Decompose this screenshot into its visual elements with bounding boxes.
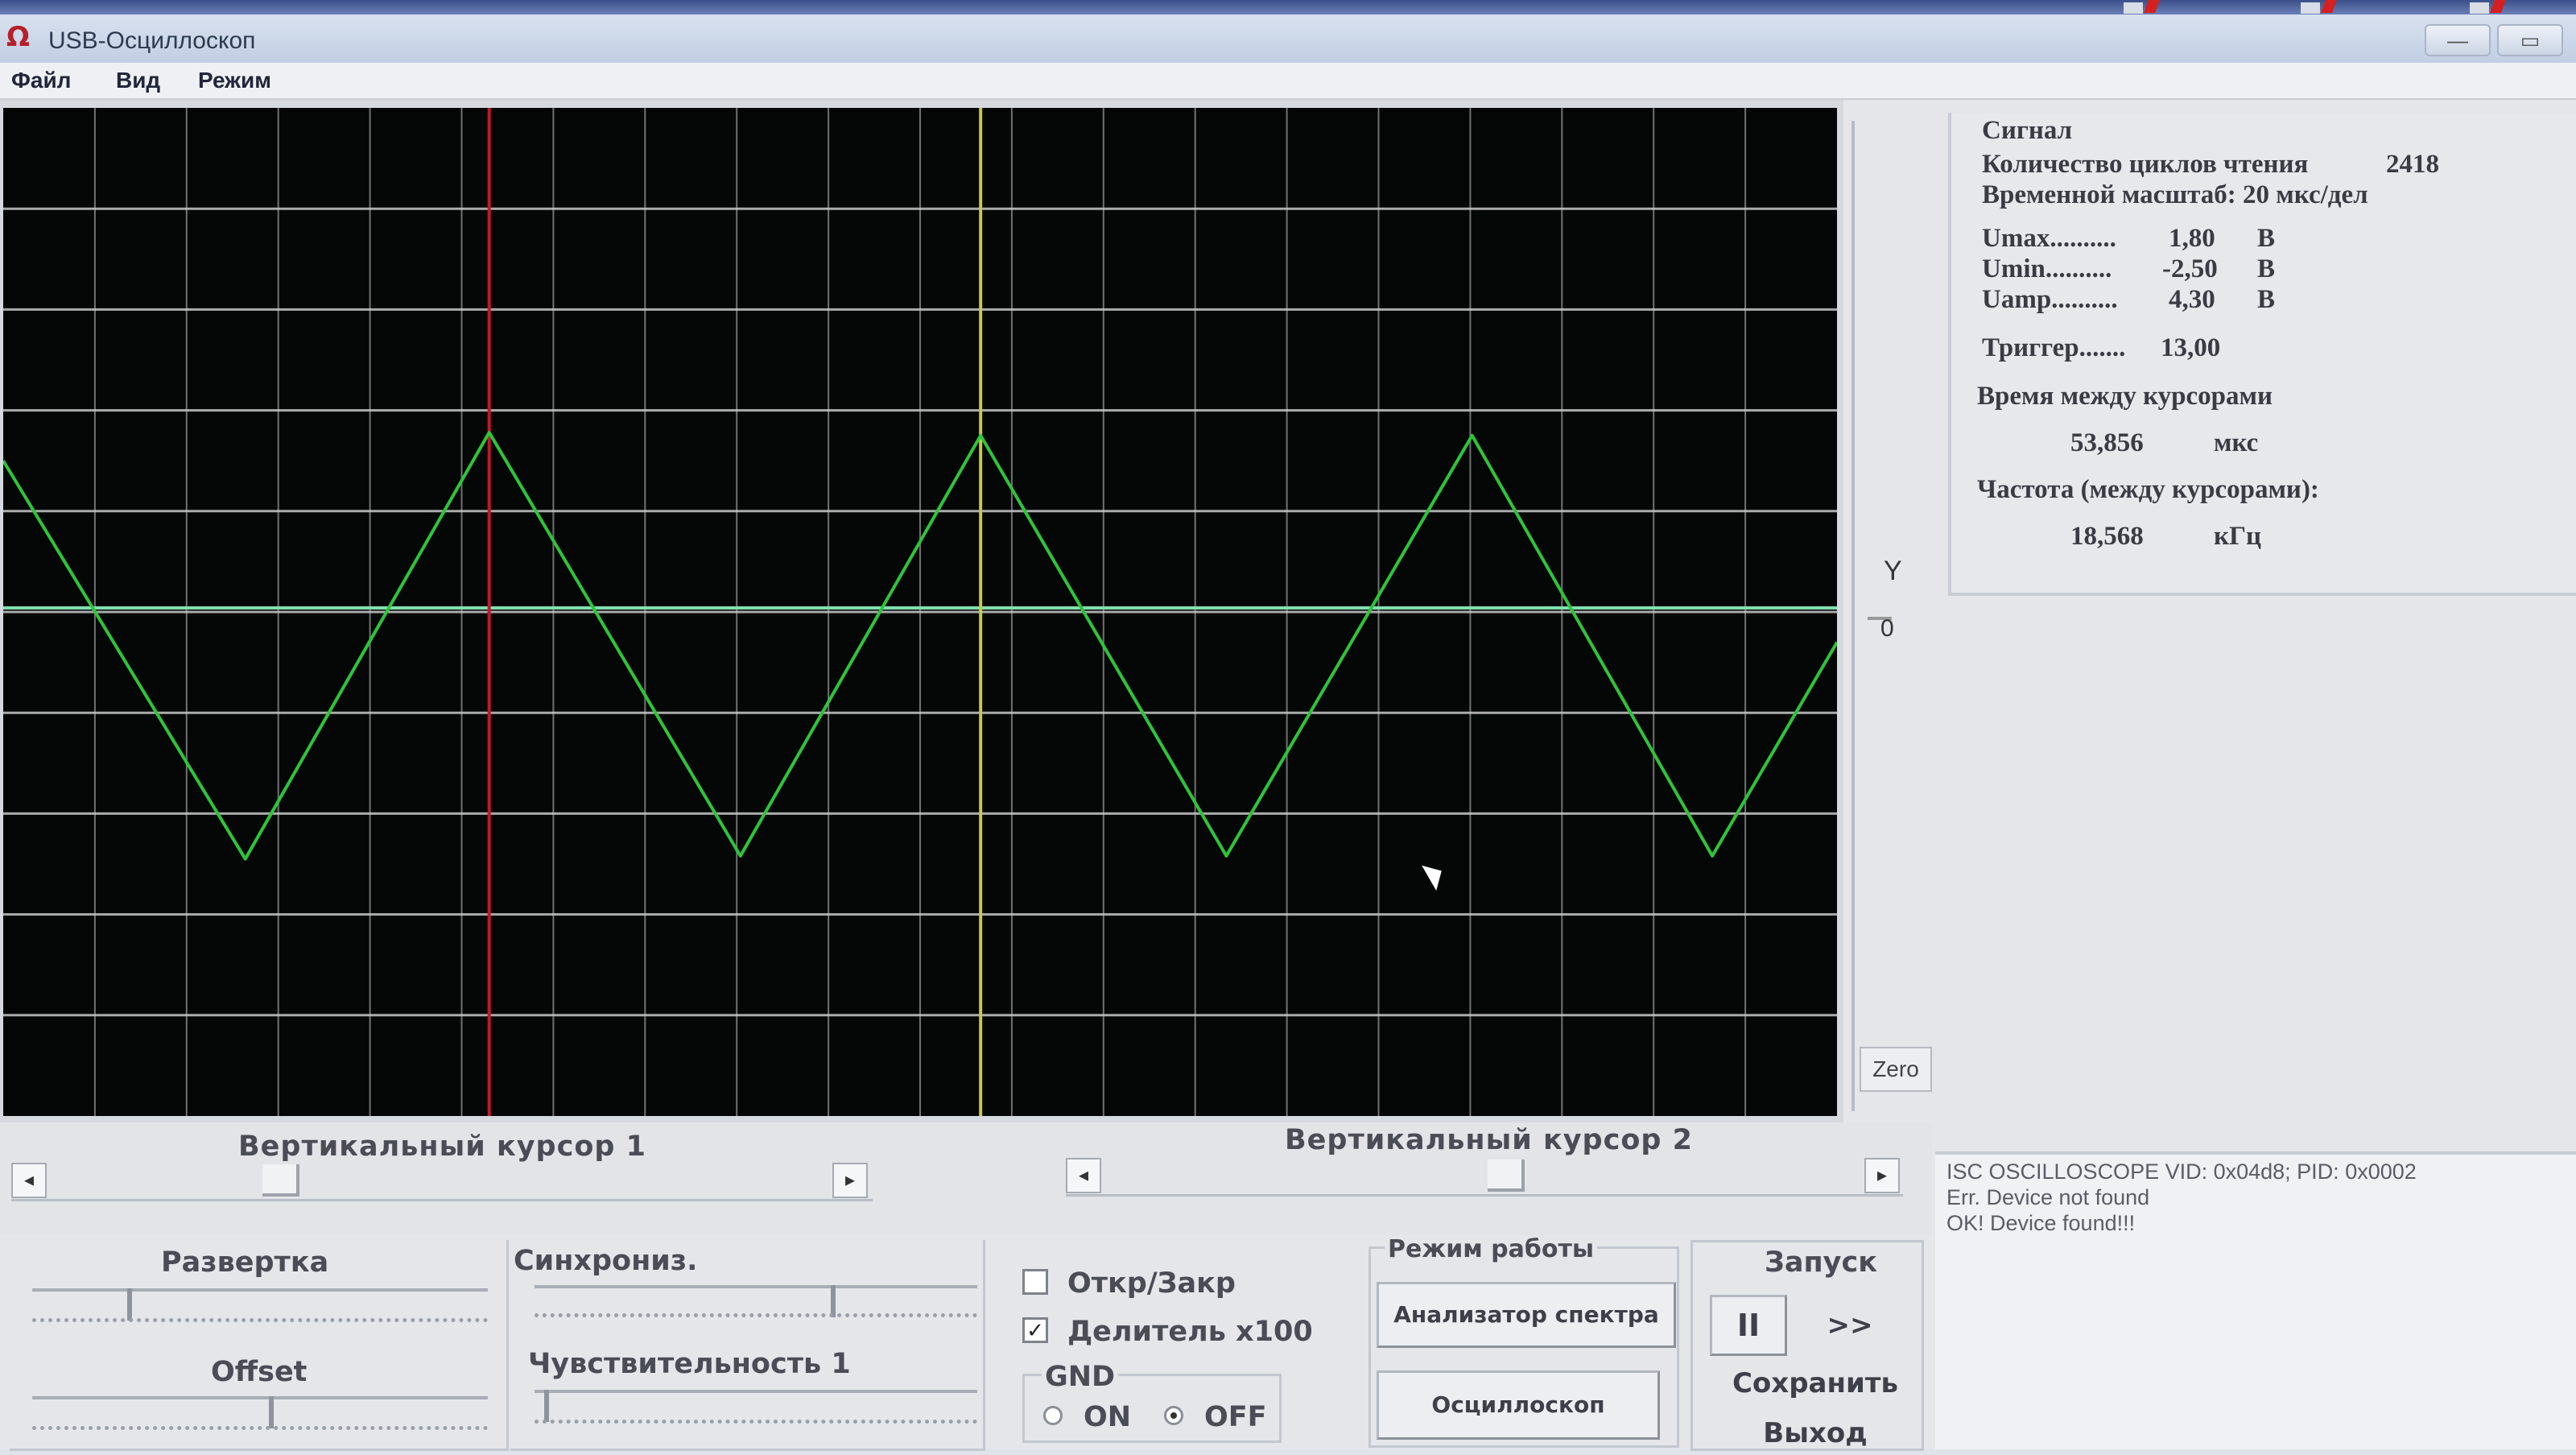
- minimize-button[interactable]: —: [2425, 24, 2491, 56]
- save-button[interactable]: Сохранить: [1715, 1356, 1916, 1409]
- menu-bar: Файл Вид Режим: [0, 63, 2576, 100]
- log-line: ISC OSCILLOSCOPE VID: 0x04d8; PID: 0x000…: [1946, 1159, 2417, 1184]
- app-icon: Ω: [6, 21, 30, 53]
- umax-unit: В: [2257, 224, 2276, 253]
- divider-checkbox[interactable]: ✓: [1022, 1317, 1048, 1343]
- gnd-off-label: OFF: [1204, 1401, 1267, 1433]
- sensitivity-slider[interactable]: [535, 1390, 977, 1422]
- frequency-unit: кГц: [2214, 522, 2262, 551]
- uamp-label: Uamp..........: [1982, 285, 2118, 314]
- cursor2-right-arrow[interactable]: ▸: [1864, 1158, 1900, 1193]
- umin-label: Umin..........: [1982, 254, 2112, 283]
- run-label: Запуск: [1765, 1246, 1877, 1279]
- scope-display[interactable]: [3, 108, 1837, 1116]
- signal-group-label: Сигнал: [1982, 116, 2073, 145]
- gnd-on-label: ON: [1084, 1401, 1132, 1433]
- log-line: Err. Device not found: [1946, 1185, 2150, 1209]
- sweep-slider[interactable]: [32, 1288, 488, 1321]
- pause-button[interactable]: II: [1710, 1295, 1787, 1356]
- mode-label: Режим работы: [1385, 1235, 1597, 1263]
- tray-icon-1[interactable]: [2117, 0, 2174, 14]
- read-cycles-label: Количество циклов чтения: [1982, 150, 2309, 179]
- log-line: OK! Device found!!!: [1946, 1211, 2136, 1235]
- y-axis-label: Y: [1884, 556, 1902, 586]
- sweep-label: Развертка: [161, 1246, 329, 1279]
- tray-icon-2[interactable]: [2294, 0, 2351, 14]
- uamp-value: 4,30: [2169, 285, 2215, 314]
- cursor1-right-arrow[interactable]: ▸: [832, 1163, 868, 1198]
- spectrum-analyzer-button[interactable]: Анализатор спектра: [1377, 1282, 1676, 1348]
- taskbar-strip: [0, 0, 2576, 14]
- zero-marker-label: 0: [1880, 615, 1894, 642]
- cursor-controls: Вертикальный курсор 1 ◂ ▸ Вертикальный к…: [0, 1122, 1932, 1235]
- maximize-button[interactable]: ▭: [2497, 24, 2563, 56]
- scope-plot: [3, 108, 1837, 1116]
- time-between-unit: мкс: [2214, 428, 2259, 457]
- menu-view[interactable]: Вид: [108, 64, 168, 97]
- cursor1-scrollbar[interactable]: ◂ ▸: [11, 1163, 873, 1201]
- exit-button[interactable]: Выход: [1715, 1409, 1916, 1454]
- forward-button[interactable]: >>: [1797, 1295, 1903, 1356]
- oscilloscope-button[interactable]: Осциллоскоп: [1377, 1370, 1660, 1440]
- sync-slider[interactable]: [535, 1285, 977, 1317]
- divider-label: Делитель x100: [1067, 1316, 1313, 1348]
- umin-unit: В: [2257, 254, 2276, 283]
- cursor1-thumb[interactable]: [262, 1164, 299, 1197]
- tray-icon-3[interactable]: [2463, 0, 2520, 14]
- gnd-on-radio[interactable]: [1043, 1406, 1063, 1425]
- sweep-ticks: [32, 1316, 488, 1322]
- sync-ticks: [535, 1311, 977, 1317]
- gnd-off-radio[interactable]: [1164, 1406, 1183, 1425]
- y-offset-scrollbar[interactable]: [1852, 121, 1880, 1111]
- time-between-label: Время между курсорами: [1977, 382, 2273, 411]
- cursor2-thumb[interactable]: [1488, 1159, 1525, 1192]
- device-log: ISC OSCILLOSCOPE VID: 0x04d8; PID: 0x000…: [1935, 1151, 2576, 1449]
- signal-info-panel: Сигнал Количество циклов чтения 2418 Вре…: [1948, 113, 2576, 596]
- frequency-value: 18,568: [2070, 522, 2144, 551]
- time-between-value: 53,856: [2070, 428, 2144, 457]
- offset-ticks: [32, 1424, 488, 1430]
- umin-value: -2,50: [2162, 254, 2218, 283]
- uamp-unit: В: [2257, 285, 2276, 314]
- offset-label: Offset: [211, 1356, 308, 1388]
- trigger-label: Триггер.......: [1982, 333, 2126, 362]
- bottom-controls: Развертка Offset Синхрониз. Чувствительн…: [0, 1235, 1932, 1451]
- open-close-label: Откр/Закр: [1067, 1267, 1236, 1300]
- cursor2-left-arrow[interactable]: ◂: [1066, 1158, 1101, 1193]
- cursor1-label: Вертикальный курсор 1: [238, 1131, 646, 1163]
- zero-button[interactable]: Zero: [1860, 1047, 1932, 1092]
- offset-slider[interactable]: [32, 1396, 488, 1428]
- window-title: USB-Осциллоскоп: [48, 27, 256, 54]
- sensitivity-ticks: [535, 1417, 977, 1424]
- cursor2-scrollbar[interactable]: ◂ ▸: [1066, 1158, 1903, 1197]
- title-bar: Ω USB-Осциллоскоп — ▭: [0, 14, 2576, 63]
- umax-value: 1,80: [2169, 224, 2215, 253]
- sync-label: Синхрониз.: [514, 1245, 698, 1277]
- cursor2-label: Вертикальный курсор 2: [1285, 1124, 1693, 1156]
- trigger-value: 13,00: [2161, 333, 2221, 362]
- frequency-label: Частота (между курсорами):: [1977, 475, 2319, 504]
- menu-mode[interactable]: Режим: [190, 64, 279, 97]
- gnd-label: GND: [1042, 1361, 1119, 1393]
- sensitivity-label: Чувствительность 1: [528, 1348, 851, 1380]
- umax-label: Umax..........: [1982, 224, 2116, 253]
- open-close-checkbox[interactable]: [1022, 1269, 1048, 1295]
- menu-file[interactable]: Файл: [3, 64, 79, 97]
- read-cycles-value: 2418: [2386, 150, 2439, 179]
- cursor1-left-arrow[interactable]: ◂: [11, 1163, 47, 1198]
- time-scale-text: Временной масштаб: 20 мкс/дел: [1982, 180, 2368, 209]
- oscilloscope-window: Ω USB-Осциллоскоп — ▭ Файл Вид Режим Y 0…: [0, 0, 2576, 1451]
